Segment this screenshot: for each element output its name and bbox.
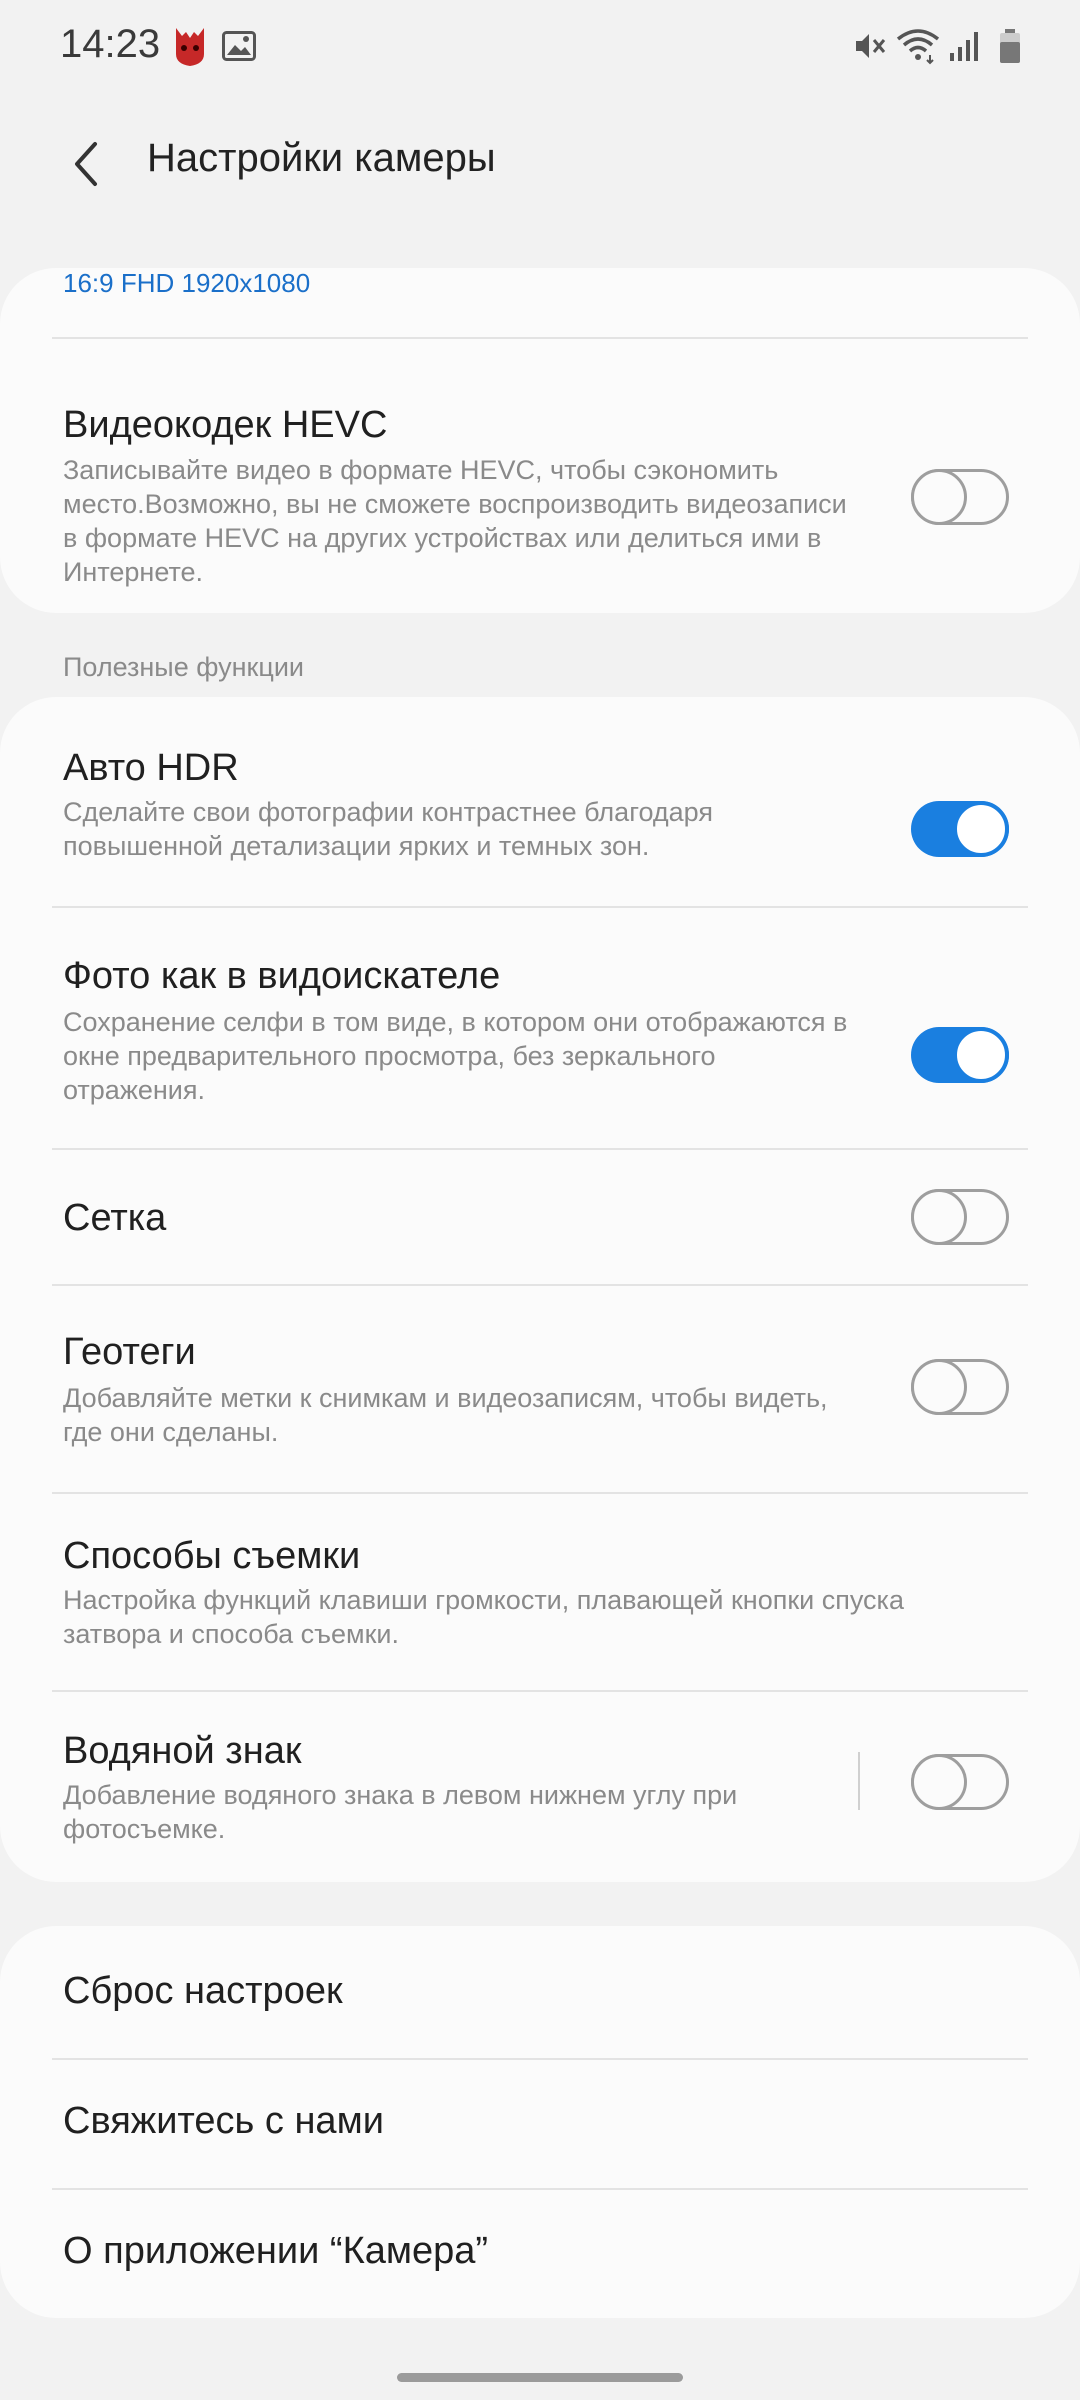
about-camera-label: О приложении “Камера” bbox=[63, 2230, 489, 2272]
useful-features-card: Авто HDR Сделайте свои фотографии контра… bbox=[0, 697, 1080, 1882]
hevc-toggle[interactable] bbox=[911, 469, 1009, 525]
wifi-icon bbox=[896, 22, 940, 70]
about-camera-row[interactable]: О приложении “Камера” bbox=[0, 2190, 1080, 2318]
grid-title: Сетка bbox=[63, 1197, 167, 1239]
mute-icon bbox=[852, 22, 888, 70]
auto-hdr-row[interactable]: Авто HDR Сделайте свои фотографии контра… bbox=[0, 697, 1080, 907]
watermark-description: Добавление водяного знака в левом нижнем… bbox=[63, 1780, 738, 1844]
save-as-previewed-description: Сохранение селфи в том виде, в котором о… bbox=[63, 1007, 848, 1105]
toggle-knob bbox=[911, 1359, 967, 1415]
toggle-knob bbox=[911, 469, 967, 525]
save-as-previewed-title: Фото как в видоискателе bbox=[63, 955, 501, 997]
section-label-useful: Полезные функции bbox=[63, 652, 304, 682]
gesture-navigation-bar[interactable] bbox=[397, 2373, 683, 2382]
toggle-knob bbox=[911, 1754, 967, 1810]
contact-us-row[interactable]: Свяжитесь с нами bbox=[0, 2060, 1080, 2188]
video-size-row[interactable]: 16:9 FHD 1920x1080 bbox=[0, 268, 1080, 338]
location-tags-toggle[interactable] bbox=[911, 1359, 1009, 1415]
app-header: Настройки камеры bbox=[0, 120, 1080, 208]
status-bar: 14:23 bbox=[0, 0, 1080, 92]
grid-row[interactable]: Сетка bbox=[0, 1150, 1080, 1284]
arrow-back-icon bbox=[75, 142, 97, 186]
auto-hdr-toggle[interactable] bbox=[911, 801, 1009, 857]
page-title: Настройки камеры bbox=[147, 136, 496, 180]
shooting-methods-title: Способы съемки bbox=[63, 1535, 361, 1577]
image-icon bbox=[222, 22, 256, 70]
watermark-row[interactable]: Водяной знак Добавление водяного знака в… bbox=[0, 1692, 1080, 1882]
watermark-toggle[interactable] bbox=[911, 1754, 1009, 1810]
grid-toggle[interactable] bbox=[911, 1189, 1009, 1245]
back-button[interactable] bbox=[56, 134, 116, 194]
toggle-knob bbox=[911, 1189, 967, 1245]
shooting-methods-row[interactable]: Способы съемки Настройка функций клавиши… bbox=[0, 1494, 1080, 1687]
battery-icon bbox=[998, 22, 1022, 70]
reset-settings-label: Сброс настроек bbox=[63, 1970, 343, 2012]
vertical-separator bbox=[858, 1752, 860, 1810]
signal-icon bbox=[948, 22, 982, 70]
save-as-previewed-row[interactable]: Фото как в видоискателе Сохранение селфи… bbox=[0, 908, 1080, 1148]
antutu-icon bbox=[170, 22, 210, 70]
location-tags-description: Добавляйте метки к снимкам и видеозапися… bbox=[63, 1383, 828, 1447]
hevc-title: Видеокодек HEVC bbox=[63, 404, 388, 446]
hevc-description: Записывайте видео в формате HEVC, чтобы … bbox=[63, 455, 847, 587]
status-time: 14:23 bbox=[60, 22, 161, 66]
auto-hdr-description: Сделайте свои фотографии контрастнее бла… bbox=[63, 797, 713, 861]
contact-us-label: Свяжитесь с нами bbox=[63, 2100, 384, 2142]
location-tags-title: Геотеги bbox=[63, 1331, 196, 1373]
reset-settings-row[interactable]: Сброс настроек bbox=[0, 1926, 1080, 2058]
hevc-row[interactable]: Видеокодек HEVC Записывайте видео в форм… bbox=[0, 339, 1080, 613]
location-tags-row[interactable]: Геотеги Добавляйте метки к снимкам и вид… bbox=[0, 1286, 1080, 1491]
about-card: Сброс настроек Свяжитесь с нами О прилож… bbox=[0, 1926, 1080, 2318]
watermark-title: Водяной знак bbox=[63, 1730, 302, 1772]
toggle-knob bbox=[953, 801, 1009, 857]
toggle-knob bbox=[953, 1027, 1009, 1083]
shooting-methods-description: Настройка функций клавиши громкости, пла… bbox=[63, 1585, 904, 1649]
auto-hdr-title: Авто HDR bbox=[63, 747, 239, 789]
video-size-value: 16:9 FHD 1920x1080 bbox=[63, 268, 311, 298]
save-as-previewed-toggle[interactable] bbox=[911, 1027, 1009, 1083]
video-settings-card: 16:9 FHD 1920x1080 Видеокодек HEVC Запис… bbox=[0, 268, 1080, 613]
